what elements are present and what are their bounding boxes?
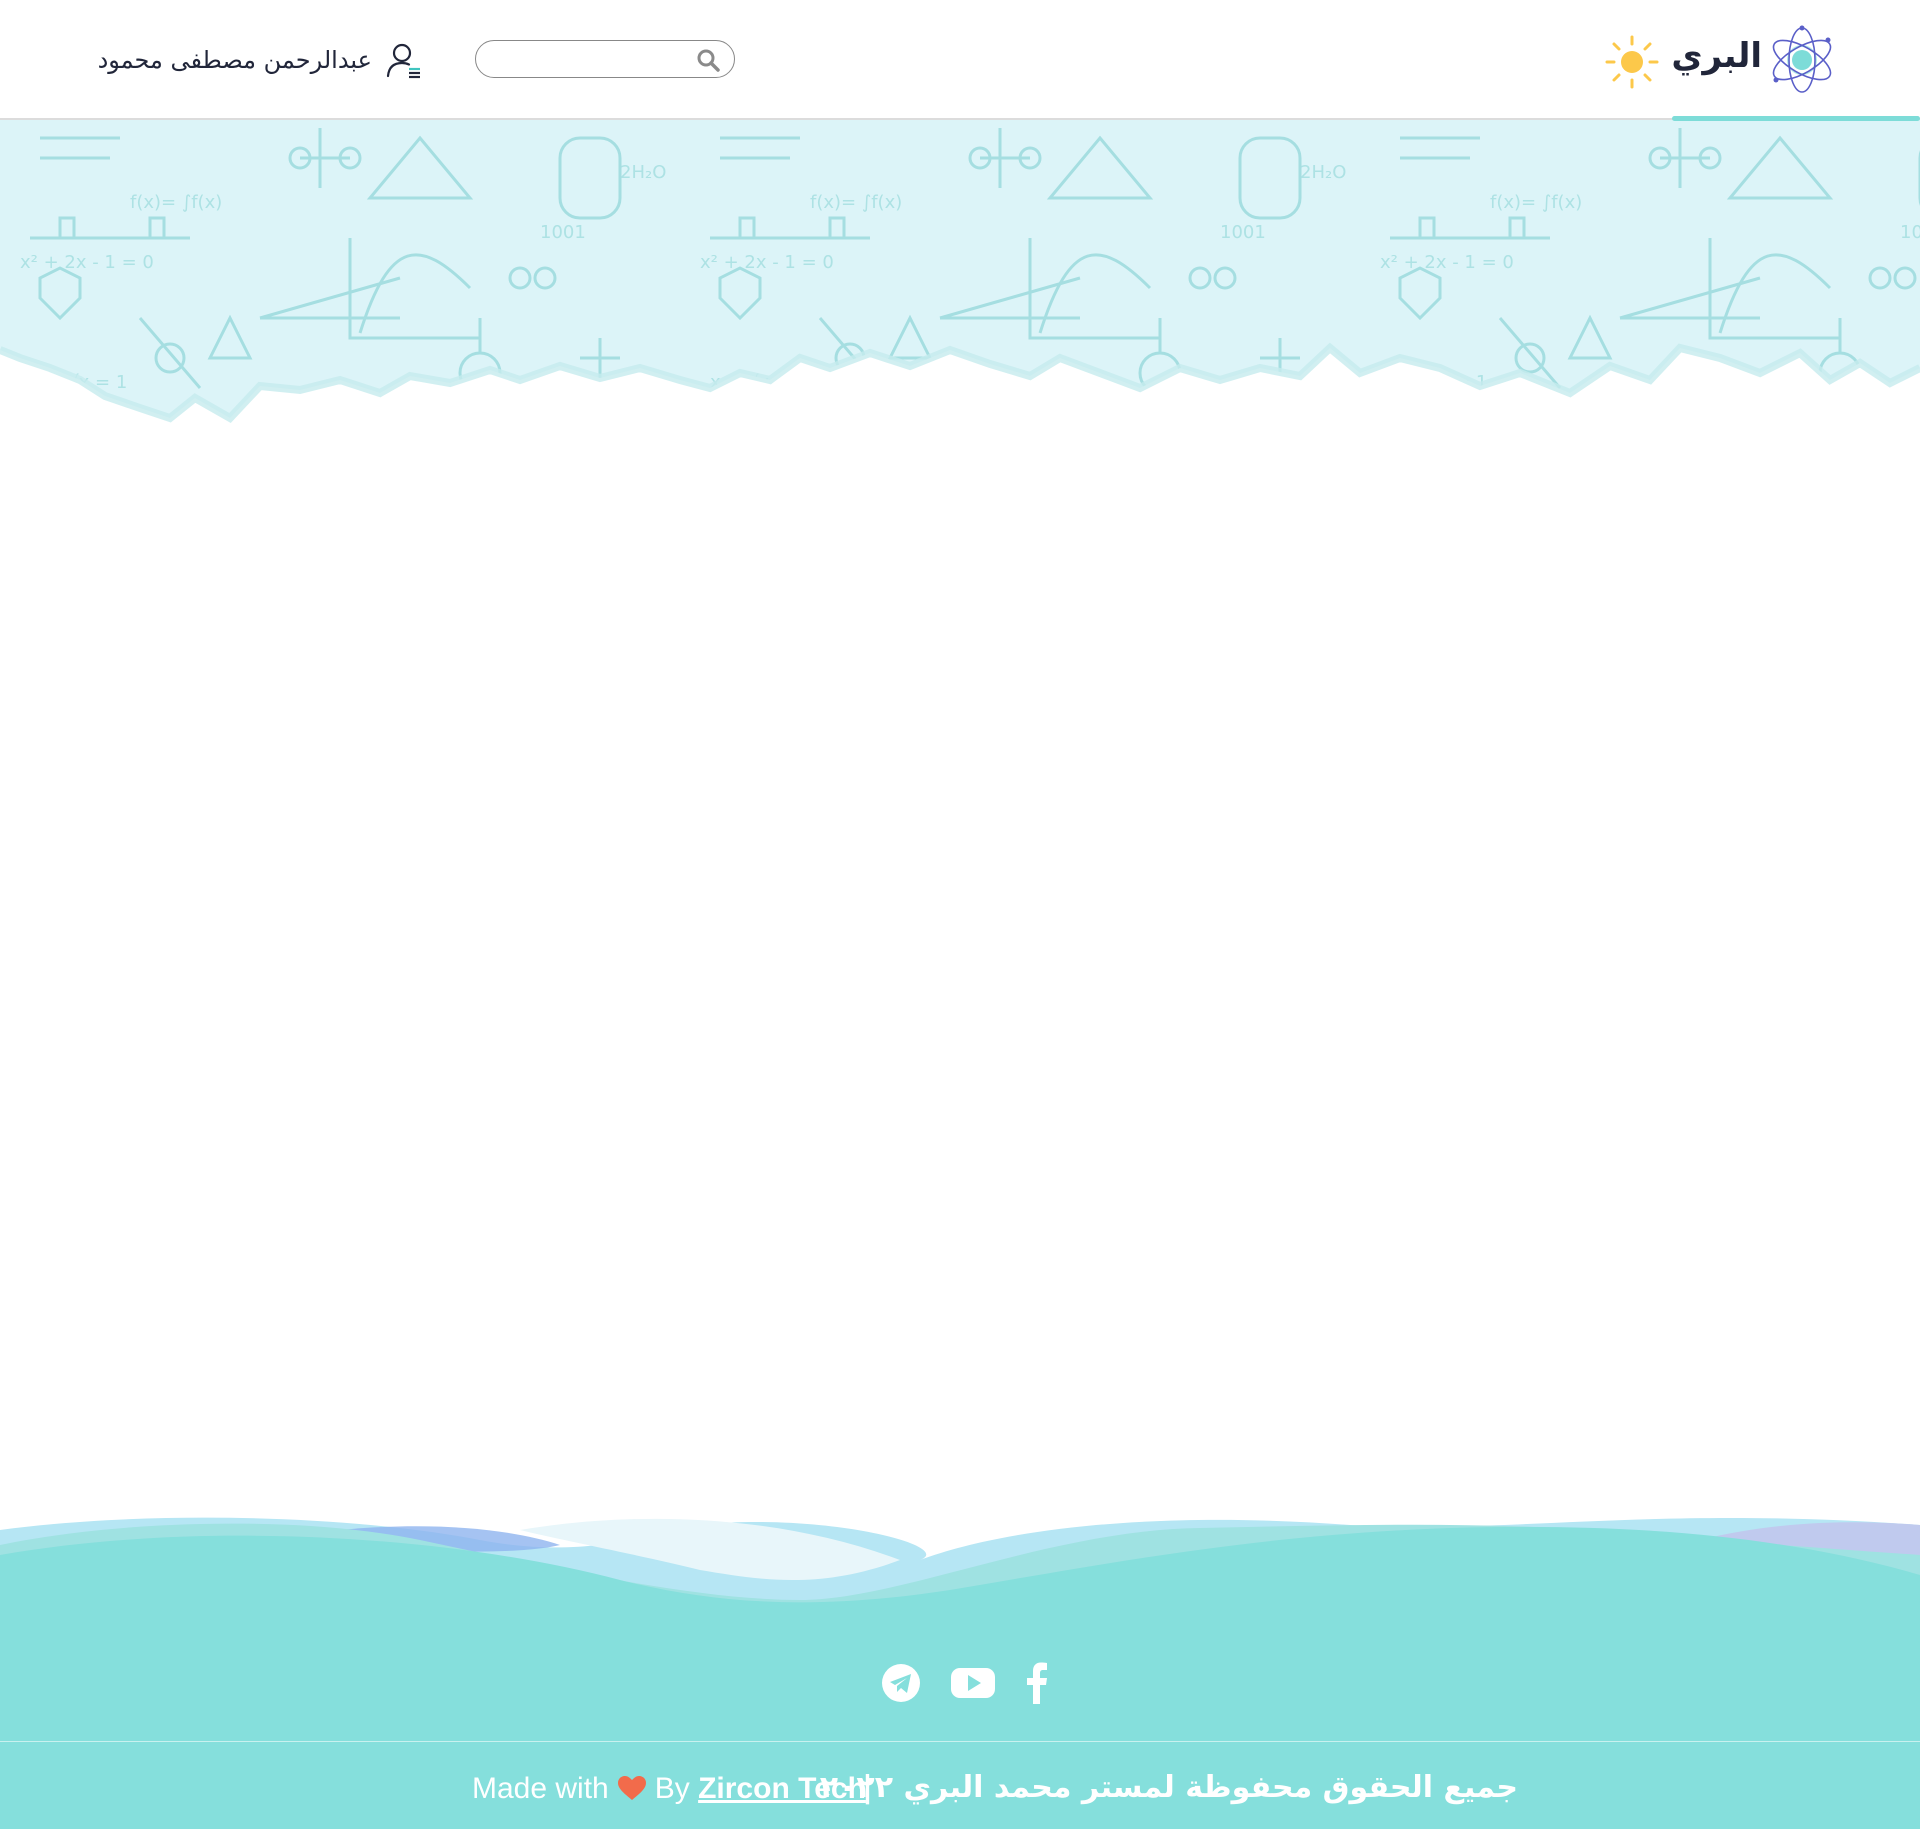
footer-divider (0, 1741, 1920, 1742)
search-icon[interactable] (696, 48, 720, 72)
sun-icon[interactable] (1604, 34, 1660, 90)
made-with-text: Made with (472, 1772, 609, 1805)
facebook-icon[interactable] (1024, 1660, 1050, 1704)
made-with: Made with By Zircon Tech (472, 1772, 866, 1806)
search-box (475, 40, 735, 78)
top-navbar: البري عبدالرحمن مصطفى محمود (0, 0, 1920, 121)
user-menu-icon[interactable] (386, 42, 424, 80)
heart-icon (617, 1776, 646, 1800)
search-input[interactable] (490, 45, 684, 75)
atom-logo-icon[interactable] (1766, 24, 1838, 96)
brand-name[interactable]: البري (1671, 36, 1762, 76)
hero-banner: f(x)= ∫f(x) x² + 2x - 1 = 0 1001 2H₂O x … (0, 118, 1920, 424)
copyright-bar: Made with By Zircon Tech | جميع الحقوق مح… (0, 1766, 1920, 1816)
by-text: By (654, 1772, 690, 1805)
user-name[interactable]: عبدالرحمن مصطفى محمود (80, 46, 372, 74)
active-nav-indicator (1672, 116, 1920, 121)
telegram-icon[interactable] (880, 1660, 922, 1704)
copyright-text: جميع الحقوق محفوظة لمستر محمد البري ٢٠٢٢ (819, 1770, 1518, 1805)
youtube-icon[interactable] (950, 1660, 996, 1704)
